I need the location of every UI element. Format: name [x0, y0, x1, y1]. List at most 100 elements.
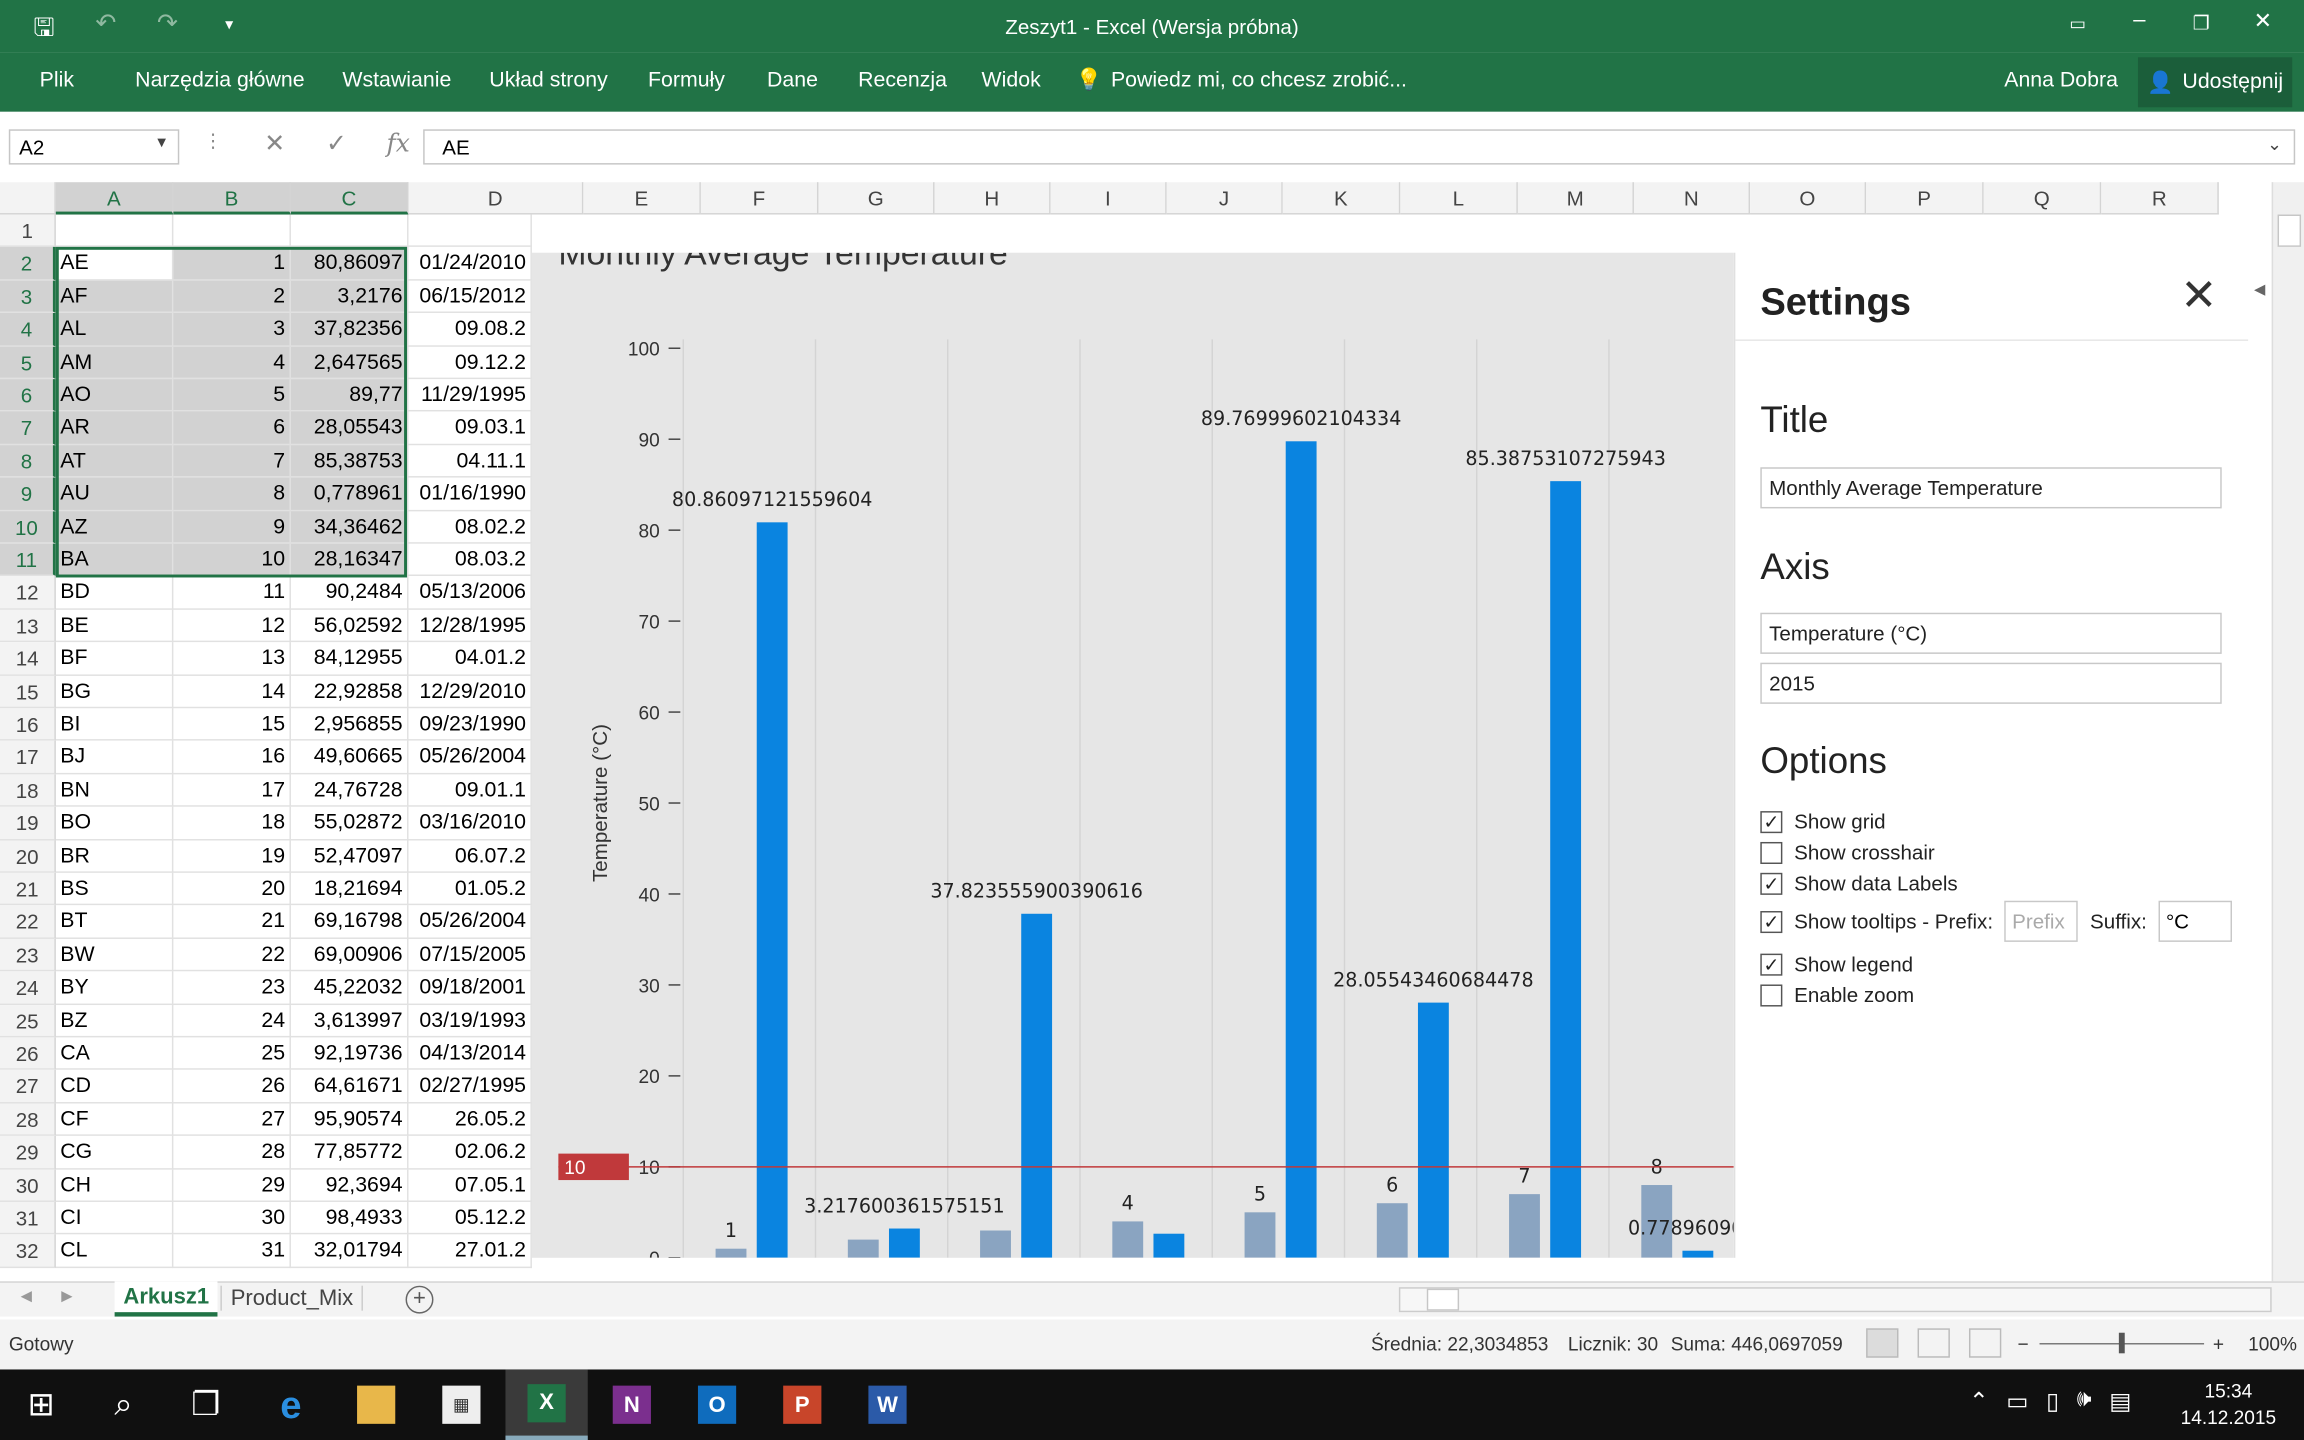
- expand-formula-icon[interactable]: ⌄: [2267, 134, 2282, 155]
- column-header-j[interactable]: J: [1166, 182, 1283, 215]
- cell-b[interactable]: 23: [173, 971, 291, 1005]
- row-header[interactable]: 12: [0, 576, 56, 610]
- outlook-icon[interactable]: O: [676, 1369, 758, 1440]
- cell-b[interactable]: 12: [173, 609, 291, 643]
- row-header[interactable]: 28: [0, 1103, 56, 1137]
- cell-b[interactable]: 16: [173, 741, 291, 775]
- vertical-scrollbar[interactable]: [2271, 182, 2304, 1282]
- x-axis-input[interactable]: [1760, 662, 2222, 704]
- tab-data[interactable]: Dane: [767, 69, 818, 93]
- column-header-g[interactable]: G: [818, 182, 935, 215]
- cell-d[interactable]: 02.06.2: [408, 1136, 532, 1170]
- y-axis-input[interactable]: [1760, 612, 2222, 654]
- cell-a[interactable]: AT: [55, 444, 174, 478]
- cell-a[interactable]: BR: [55, 839, 174, 873]
- cell-a[interactable]: AE: [55, 247, 174, 281]
- column-header-a[interactable]: A: [55, 182, 174, 215]
- cell-d[interactable]: 04/13/2014: [408, 1037, 532, 1071]
- option-show-crosshair[interactable]: Show crosshair: [1760, 838, 1935, 867]
- cell-c[interactable]: 92,19736: [290, 1037, 409, 1071]
- cell-d[interactable]: 04.11.1: [408, 444, 532, 478]
- row-header[interactable]: 16: [0, 708, 56, 742]
- enter-icon[interactable]: ✓: [320, 129, 352, 158]
- onenote-icon[interactable]: N: [591, 1369, 673, 1440]
- cell-b[interactable]: 22: [173, 938, 291, 972]
- row-header[interactable]: 21: [0, 872, 56, 906]
- row-header[interactable]: 1: [0, 214, 56, 248]
- cell-d[interactable]: 12/28/1995: [408, 609, 532, 643]
- checkbox-checked[interactable]: ✓: [1760, 872, 1783, 895]
- tab-view[interactable]: Widok: [982, 69, 1041, 93]
- checkbox-checked[interactable]: ✓: [1760, 910, 1783, 933]
- row-header[interactable]: 8: [0, 444, 56, 478]
- tab-formulas[interactable]: Formuły: [648, 69, 725, 93]
- formula-input[interactable]: AE ⌄: [423, 129, 2296, 165]
- volume-icon[interactable]: 🕪: [2077, 1387, 2092, 1416]
- suffix-input[interactable]: [2158, 900, 2233, 942]
- cell-c[interactable]: 45,22032: [290, 971, 409, 1005]
- column-header-n[interactable]: N: [1633, 182, 1751, 215]
- cell-d[interactable]: 05/26/2004: [408, 905, 532, 939]
- edge-icon[interactable]: e: [250, 1369, 332, 1440]
- cell-c[interactable]: 3,613997: [290, 1004, 409, 1038]
- scroll-thumb[interactable]: [1426, 1288, 1460, 1311]
- option-show-grid[interactable]: ✓ Show grid: [1760, 807, 1886, 836]
- row-header[interactable]: 22: [0, 905, 56, 939]
- cell-d[interactable]: 01.05.2: [408, 872, 532, 906]
- cell-c[interactable]: 69,00906: [290, 938, 409, 972]
- share-button[interactable]: 👤 Udostępnij: [2137, 57, 2293, 108]
- cell-b[interactable]: 8: [173, 477, 291, 511]
- cell-c[interactable]: 85,38753: [290, 444, 409, 478]
- cell-d[interactable]: 03/16/2010: [408, 806, 532, 840]
- cell-b[interactable]: 1: [173, 247, 291, 281]
- cell-d[interactable]: 12/29/2010: [408, 675, 532, 709]
- cell-a[interactable]: BN: [55, 774, 174, 807]
- cell-d[interactable]: 01/16/1990: [408, 477, 532, 511]
- cell-c[interactable]: 95,90574: [290, 1103, 409, 1137]
- row-header[interactable]: 11: [0, 543, 56, 577]
- tab-insert[interactable]: Wstawianie: [342, 69, 451, 93]
- cell-b[interactable]: 5: [173, 379, 291, 413]
- cell-a[interactable]: CG: [55, 1136, 174, 1170]
- title-input[interactable]: [1760, 467, 2222, 509]
- cell-c[interactable]: 52,47097: [290, 839, 409, 873]
- sheet-tab-arkusz1[interactable]: Arkusz1: [114, 1281, 218, 1317]
- cell-a[interactable]: BA: [55, 543, 174, 577]
- cell-a[interactable]: BJ: [55, 741, 174, 775]
- column-header-e[interactable]: E: [583, 182, 701, 215]
- column-header-h[interactable]: H: [934, 182, 1051, 215]
- row-header[interactable]: 31: [0, 1201, 56, 1235]
- cell-c[interactable]: 28,16347: [290, 543, 409, 577]
- bar-series2[interactable]: [1153, 1233, 1185, 1258]
- cell-a[interactable]: AU: [55, 477, 174, 511]
- chart-area[interactable]: Monthly Average Temperature0102030405060…: [531, 252, 1734, 1258]
- cell-a[interactable]: BO: [55, 806, 174, 840]
- cell-c[interactable]: 32,01794: [290, 1234, 409, 1268]
- bar-series2[interactable]: [1021, 913, 1053, 1258]
- column-header-l[interactable]: L: [1400, 182, 1518, 215]
- row-header[interactable]: 17: [0, 741, 56, 775]
- option-enable-zoom[interactable]: Enable zoom: [1760, 980, 1914, 1009]
- chevron-down-icon[interactable]: ▼: [154, 135, 169, 151]
- column-header-r[interactable]: R: [2101, 182, 2219, 215]
- row-header[interactable]: 14: [0, 642, 56, 676]
- cell-a[interactable]: AM: [55, 346, 174, 380]
- row-header[interactable]: 30: [0, 1169, 56, 1202]
- bar-series1[interactable]: [980, 1230, 1011, 1258]
- normal-view-icon[interactable]: [1866, 1328, 1899, 1358]
- cell-d[interactable]: 06.07.2: [408, 839, 532, 873]
- cell-d[interactable]: 09.01.1: [408, 774, 532, 807]
- cell-c[interactable]: [290, 214, 409, 248]
- cancel-icon[interactable]: ✕: [259, 129, 291, 158]
- row-header[interactable]: 20: [0, 839, 56, 873]
- cell-a[interactable]: CD: [55, 1070, 174, 1104]
- cell-c[interactable]: 92,3694: [290, 1169, 409, 1202]
- cell-b[interactable]: 27: [173, 1103, 291, 1137]
- bar-series2[interactable]: [888, 1228, 920, 1258]
- cell-b[interactable]: 13: [173, 642, 291, 676]
- tab-home[interactable]: Narzędzia główne: [135, 69, 304, 93]
- chevron-up-icon[interactable]: ⌃: [1969, 1387, 1989, 1416]
- insert-function-icon[interactable]: fx: [382, 129, 414, 158]
- word-icon[interactable]: W: [846, 1369, 928, 1440]
- close-icon[interactable]: ✕: [2180, 270, 2217, 321]
